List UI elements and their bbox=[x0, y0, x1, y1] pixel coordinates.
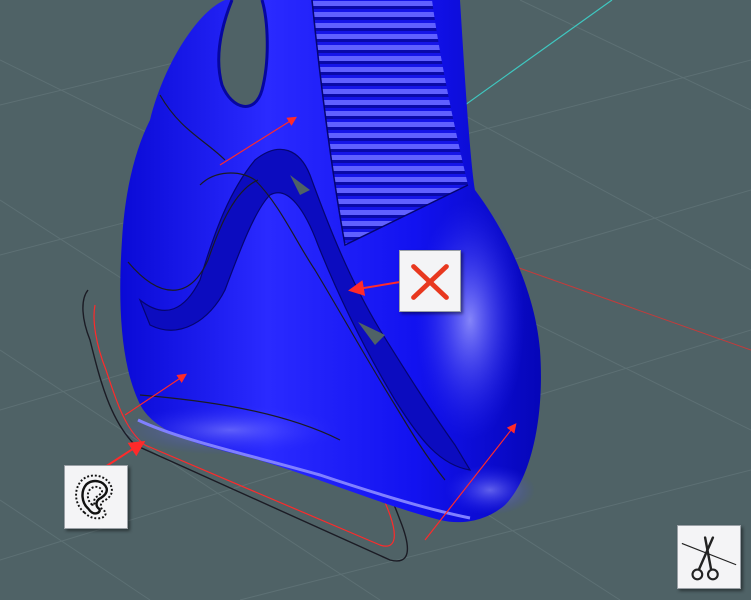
offset-curve-icon bbox=[75, 474, 113, 520]
delete-tool-button[interactable] bbox=[399, 250, 461, 312]
offset-curve-tool-button[interactable] bbox=[64, 465, 128, 529]
3d-viewport[interactable] bbox=[0, 0, 751, 600]
scissors-icon bbox=[681, 536, 737, 581]
trim-tool-button[interactable] bbox=[677, 525, 741, 589]
delete-x-icon bbox=[411, 264, 449, 300]
